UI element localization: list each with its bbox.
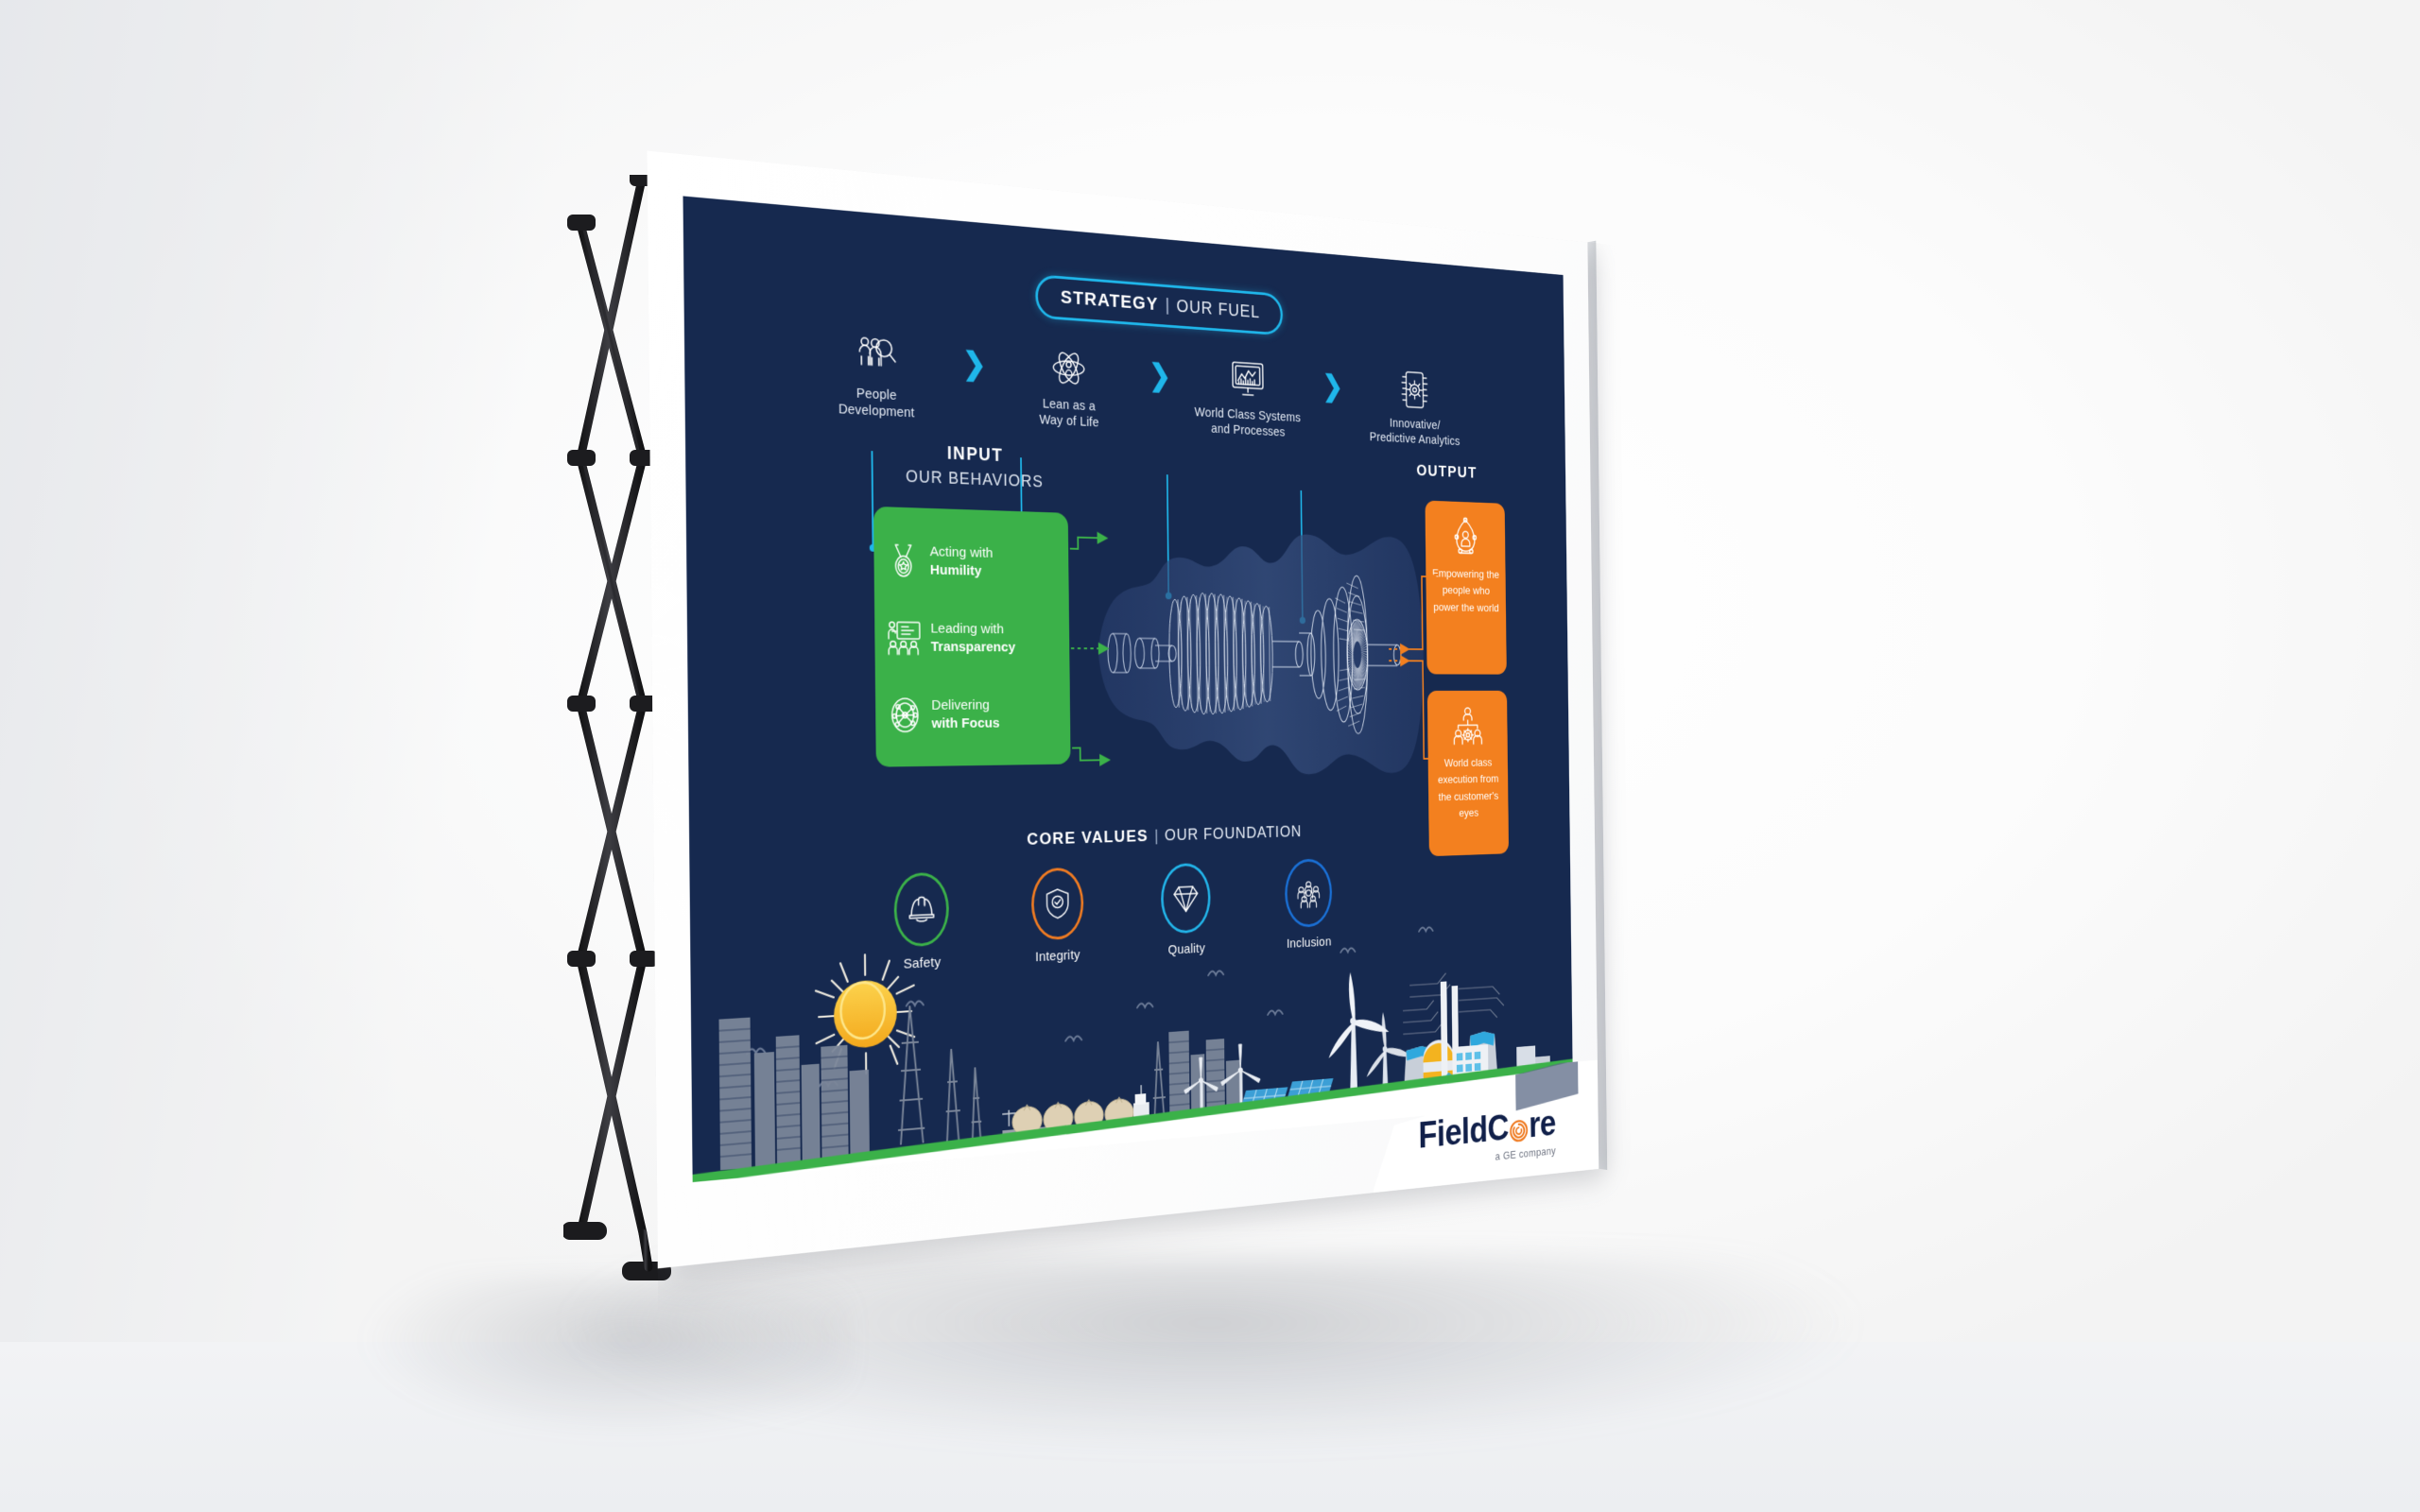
logo-word-field: Field (1418, 1108, 1488, 1157)
core-values-title-bold: CORE VALUES (1027, 827, 1149, 850)
orange-core-swirl-icon (1509, 1116, 1530, 1143)
core-values-separator: | (1154, 826, 1159, 846)
screenshot-stage: STRATEGY | OUR FUEL People Development ❯… (0, 0, 2420, 1512)
core-values-title-rest: OUR FOUNDATION (1164, 821, 1303, 845)
logo-word-c: C (1487, 1107, 1510, 1150)
banner-artwork: STRATEGY | OUR FUEL People Development ❯… (683, 196, 1573, 1182)
banner-perspective-wrap: STRATEGY | OUR FUEL People Development ❯… (0, 0, 2420, 1512)
banner-white-frame: STRATEGY | OUR FUEL People Development ❯… (647, 150, 1599, 1268)
fieldcore-logo-plate: FieldC re a GE company (1372, 1055, 1599, 1194)
logo-word-re: re (1528, 1103, 1556, 1145)
popup-banner: STRATEGY | OUR FUEL People Development ❯… (647, 150, 1599, 1268)
